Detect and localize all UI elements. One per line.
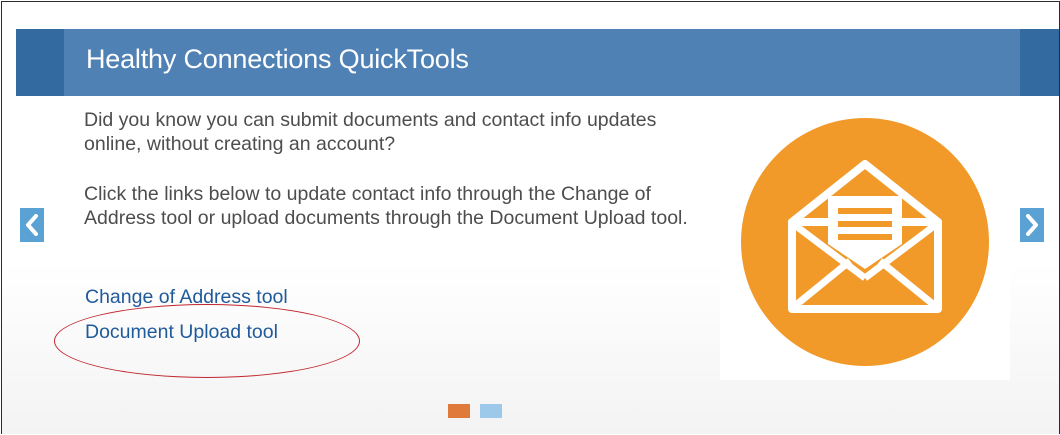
quicktools-panel: Healthy Connections QuickTools Did you k… — [1, 1, 1060, 434]
carousel-dot-1[interactable] — [448, 404, 470, 418]
chevron-right-icon — [1026, 214, 1038, 236]
annotation-ellipse — [54, 304, 360, 378]
panel-title: Healthy Connections QuickTools — [86, 44, 469, 74]
envelope-icon — [741, 118, 989, 366]
carousel-dot-2[interactable] — [480, 404, 502, 418]
envelope-image — [720, 104, 1010, 380]
carousel-next-button[interactable] — [1020, 208, 1044, 242]
carousel-prev-button[interactable] — [20, 208, 44, 242]
chevron-left-icon — [26, 214, 38, 236]
instructions-text: Click the links below to update contact … — [84, 183, 688, 229]
intro-text: Did you know you can submit documents an… — [84, 109, 657, 155]
